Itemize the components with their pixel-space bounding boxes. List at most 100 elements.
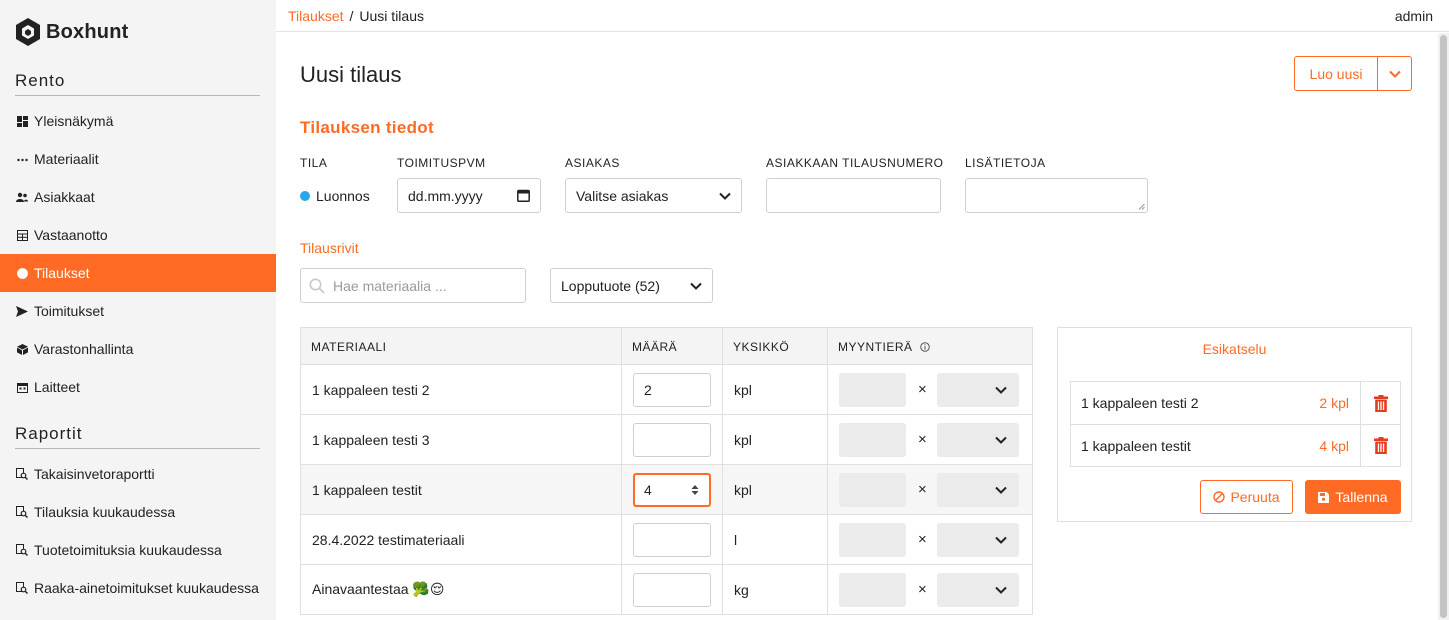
box-icon [16, 343, 28, 355]
sidebar-report-tilauksia[interactable]: Tilauksia kuukaudessa [0, 493, 276, 531]
sidebar-report-label: Tuotetoimituksia kuukaudessa [34, 542, 222, 558]
cell-quantity: 4 [621, 465, 722, 514]
quantity-input[interactable]: 2 [633, 372, 711, 407]
create-new-button[interactable]: Luo uusi [1295, 57, 1378, 90]
cell-quantity [621, 515, 722, 564]
sidebar-item-toimitukset[interactable]: Toimitukset [0, 292, 276, 330]
cell-sales-batch: × [827, 465, 1032, 514]
calendar-picker-icon[interactable] [517, 189, 530, 202]
batch-size-select[interactable] [936, 572, 1019, 607]
batch-count-input[interactable] [839, 372, 906, 407]
breadcrumb-link-tilaukset[interactable]: Tilaukset [288, 8, 344, 24]
material-search[interactable] [300, 268, 526, 303]
sidebar-item-materiaalit[interactable]: Materiaalit [0, 140, 276, 178]
batch-size-select[interactable] [936, 522, 1019, 557]
dots-icon [16, 153, 28, 165]
cell-material: 1 kappaleen testit [312, 481, 422, 498]
sidebar-item-label: Varastonhallinta [34, 341, 134, 357]
cancel-button[interactable]: Peruuta [1200, 480, 1293, 514]
spinner-arrows-icon[interactable] [691, 484, 699, 496]
product-filter-select[interactable]: Lopputuote (52) [550, 268, 713, 303]
sidebar-item-tilaukset[interactable]: Tilaukset [0, 254, 276, 292]
label-delivery-date: TOIMITUSPVM [397, 156, 486, 170]
breadcrumb-separator: / [349, 8, 354, 24]
cancel-button-label: Peruuta [1230, 489, 1280, 505]
customer-select-value: Valitse asiakas [576, 187, 669, 204]
cell-unit: kpl [722, 465, 827, 514]
order-rows-label: Tilausrivit [300, 240, 359, 256]
user-menu[interactable]: admin [1395, 8, 1433, 24]
order-icon [16, 267, 28, 279]
delete-button[interactable] [1360, 382, 1400, 424]
sidebar-report-takaisinveto[interactable]: Takaisinvetoraportti [0, 455, 276, 493]
preview-item-qty: 4 kpl [1319, 437, 1349, 454]
column-header-sales-batch: MYYNTIERÄ [827, 328, 1032, 366]
sidebar-item-label: Asiakkaat [34, 189, 95, 205]
batch-count-input[interactable] [839, 472, 906, 507]
cell-quantity [621, 565, 722, 614]
batch-size-select[interactable] [936, 422, 1019, 457]
cell-sales-batch: × [827, 515, 1032, 564]
sidebar-item-laitteet[interactable]: Laitteet [0, 368, 276, 406]
sidebar-item-label: Yleisnäkymä [34, 113, 114, 129]
batch-count-input[interactable] [839, 522, 906, 557]
delivery-date-field[interactable]: dd.mm.yyyy [397, 178, 541, 213]
status-value: Luonnos [316, 188, 370, 204]
sidebar-item-label: Materiaalit [34, 151, 99, 167]
cell-unit: l [722, 515, 827, 564]
table-row: 1 kappaleen testi 2 2 kpl × [300, 365, 1033, 415]
quantity-input[interactable] [633, 572, 711, 607]
batch-count-input[interactable] [839, 422, 906, 457]
section-title-raportit: Raportit [15, 424, 260, 449]
delivery-date-placeholder: dd.mm.yyyy [408, 187, 483, 204]
batch-size-select[interactable] [936, 372, 1019, 407]
batch-size-select[interactable] [936, 472, 1019, 507]
sidebar-item-asiakkaat[interactable]: Asiakkaat [0, 178, 276, 216]
label-customer-order-number: ASIAKKAAN TILAUSNUMERO [766, 156, 944, 170]
save-button[interactable]: Tallenna [1305, 480, 1401, 514]
resize-handle-icon[interactable] [1138, 203, 1145, 210]
times-sign: × [918, 481, 927, 498]
sidebar-report-tuotetoimituksia[interactable]: Tuotetoimituksia kuukaudessa [0, 531, 276, 569]
delete-button[interactable] [1360, 425, 1400, 466]
scrollbar[interactable] [1438, 33, 1449, 620]
quantity-value: 4 [644, 481, 652, 498]
customer-select[interactable]: Valitse asiakas [565, 178, 742, 213]
info-icon[interactable] [919, 342, 930, 352]
batch-count-input[interactable] [839, 572, 906, 607]
cell-unit: kpl [722, 415, 827, 464]
sidebar-report-label: Raaka-ainetoimitukset kuukaudessa [34, 580, 259, 596]
chevron-down-icon [719, 192, 731, 200]
create-dropdown-toggle[interactable] [1378, 57, 1411, 90]
breadcrumb: Tilaukset / Uusi tilaus [288, 8, 424, 24]
sidebar-item-varastonhallinta[interactable]: Varastonhallinta [0, 330, 276, 368]
chevron-down-icon [690, 282, 702, 290]
cell-sales-batch: × [827, 565, 1032, 614]
table-row: 1 kappaleen testit 4 kpl × [300, 465, 1033, 515]
material-search-input[interactable] [333, 277, 513, 294]
table-row: 28.4.2022 testimateriaali l × [300, 515, 1033, 565]
sidebar-item-yleisnakyma[interactable]: Yleisnäkymä [0, 102, 276, 140]
notes-textarea[interactable] [965, 178, 1148, 213]
label-notes: LISÄTIETOJA [965, 156, 1046, 170]
column-header-sales-batch-label: MYYNTIERÄ [838, 340, 913, 354]
chevron-down-icon [1388, 70, 1401, 78]
quantity-input[interactable] [633, 422, 711, 457]
quantity-input[interactable]: 4 [633, 472, 711, 507]
column-header-unit: YKSIKKÖ [722, 328, 827, 366]
table-row: Ainavaantestaa 🥦😌 kg × [300, 565, 1033, 615]
page-title: Uusi tilaus [300, 62, 402, 87]
preview-list: 1 kappaleen testi 2 2 kpl 1 kappaleen te… [1070, 381, 1401, 467]
cell-quantity: 2 [621, 365, 722, 414]
scrollbar-thumb[interactable] [1440, 35, 1447, 618]
logo[interactable]: Boxhunt [14, 16, 129, 48]
sidebar-report-raaka-aine[interactable]: Raaka-ainetoimitukset kuukaudessa [0, 569, 276, 607]
times-sign: × [918, 531, 927, 548]
quantity-input[interactable] [633, 522, 711, 557]
label-status: TILA [300, 156, 328, 170]
customer-order-number-input[interactable] [766, 178, 941, 213]
table-row: 1 kappaleen testi 3 kpl × [300, 415, 1033, 465]
column-header-quantity: MÄÄRÄ [621, 328, 722, 366]
table-icon [16, 229, 28, 241]
sidebar-item-vastaanotto[interactable]: Vastaanotto [0, 216, 276, 254]
